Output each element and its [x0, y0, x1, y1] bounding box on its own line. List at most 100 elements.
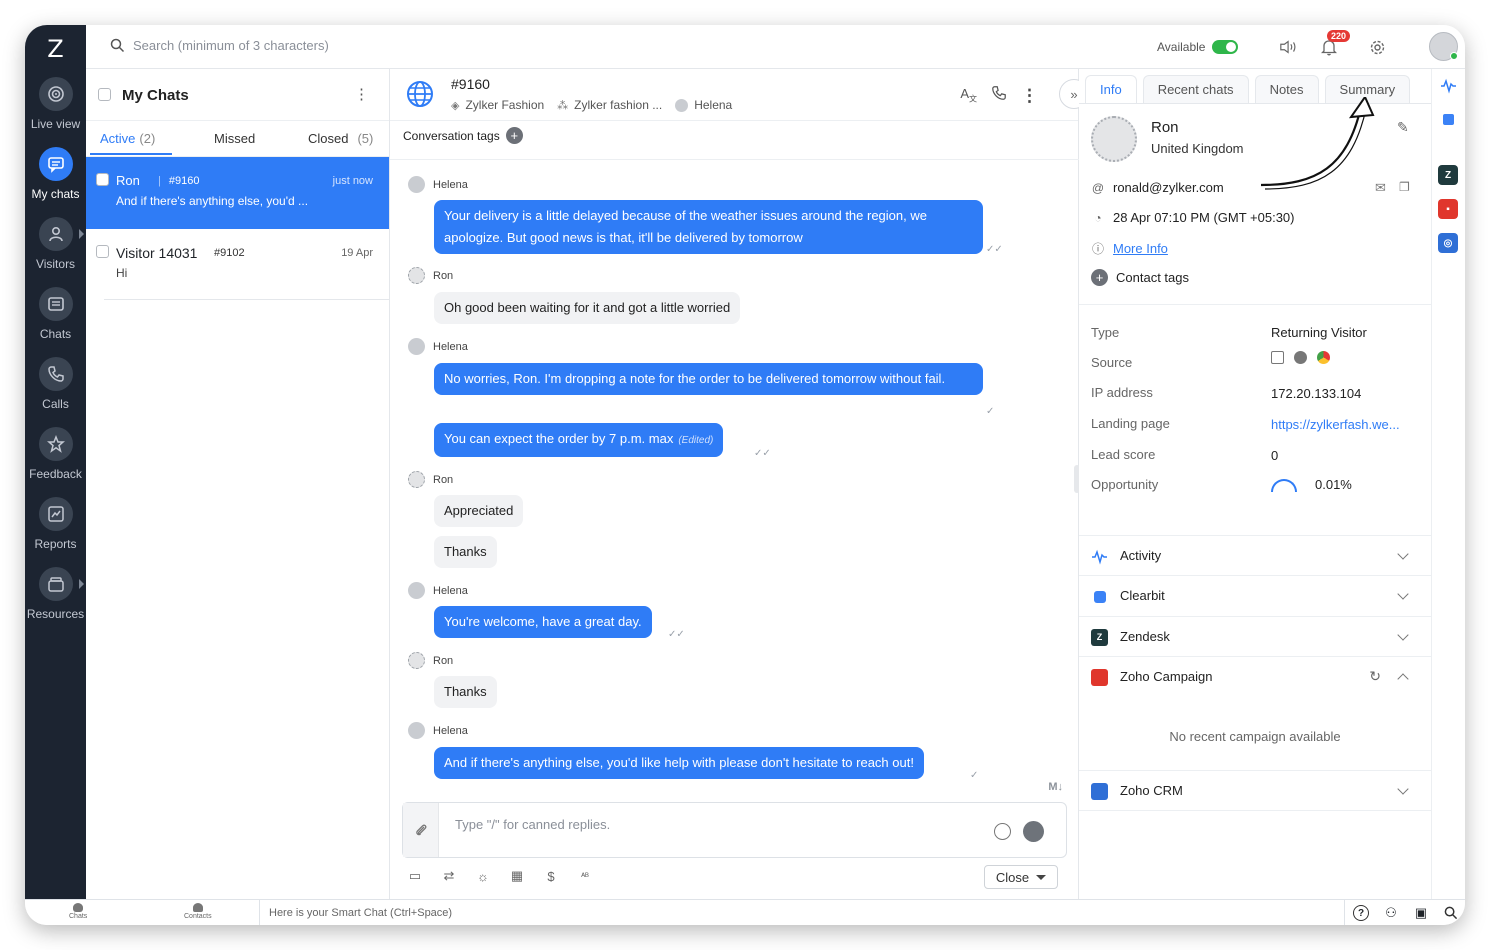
apple-icon [1294, 351, 1307, 364]
edit-icon[interactable]: ✎ [1397, 119, 1409, 136]
expand-caret-icon[interactable] [78, 579, 84, 589]
microphone-icon[interactable] [1023, 821, 1044, 842]
lightbulb-icon[interactable]: ☼ [474, 867, 492, 885]
dollar-icon[interactable]: $ [542, 867, 560, 885]
availability-switch[interactable] [1212, 40, 1239, 54]
message-sender: Ron [408, 652, 453, 669]
rail-item-feedback[interactable]: Feedback [25, 427, 86, 481]
select-all-checkbox[interactable] [98, 88, 111, 101]
search-icon[interactable] [1443, 905, 1459, 921]
clock-icon: ◔ [1094, 210, 1102, 225]
brand: ◈ Zylker Fashion [451, 98, 545, 112]
bottom-chats-button[interactable]: Chats [69, 903, 87, 920]
contact-avatar [1091, 116, 1137, 162]
zoho-campaign-icon[interactable]: ▪ [1438, 199, 1458, 219]
detail-key: Type [1091, 325, 1120, 340]
close-chat-button[interactable]: Close [984, 865, 1058, 889]
chat-checkbox[interactable] [96, 245, 109, 258]
global-search-input[interactable]: Search (minimum of 3 characters) [110, 38, 329, 53]
users-icon[interactable]: ⚇ [1383, 905, 1399, 921]
landing-page-link[interactable]: https://zylkerfash.we... [1271, 417, 1400, 432]
message-bubble: Your delivery is a little delayed becaus… [434, 200, 983, 254]
refresh-icon[interactable]: ↻ [1369, 668, 1381, 685]
section-clearbit[interactable]: Clearbit [1079, 575, 1431, 615]
rail-label: Resources [26, 607, 85, 621]
bottom-contacts-button[interactable]: Contacts [184, 903, 212, 920]
copy-icon[interactable]: ❐ [1399, 180, 1410, 194]
rail-item-live-view[interactable]: Live view [25, 77, 86, 131]
chevron-down-icon [1397, 588, 1409, 600]
help-icon[interactable]: ? [1353, 905, 1369, 921]
markdown-icon[interactable]: M↓ [1048, 781, 1063, 793]
chat-checkbox[interactable] [96, 173, 109, 186]
activity-icon[interactable] [1438, 75, 1458, 95]
section-zoho-campaign[interactable]: Zoho Campaign ↻ [1079, 656, 1431, 696]
translate-icon[interactable]: A文 [960, 86, 977, 105]
search-placeholder: Search (minimum of 3 characters) [133, 38, 329, 53]
bell-icon[interactable]: 220 [1319, 30, 1351, 57]
chevron-up-icon[interactable] [1397, 673, 1409, 685]
conversation-meta: ◈ Zylker Fashion ⁂ Zylker fashion ... Hele… [451, 98, 732, 112]
tab-recent-chats[interactable]: Recent chats [1142, 75, 1249, 103]
clearbit-icon[interactable] [1438, 109, 1458, 129]
contact-time-row: ◔ 28 Apr 07:10 PM (GMT +05:30) [1091, 210, 1294, 225]
rail-label: Reports [34, 537, 77, 551]
more-info-link[interactable]: More Info [1113, 241, 1168, 256]
add-contact-tag-icon[interactable]: + [1091, 269, 1108, 286]
zoho-crm-icon[interactable]: ◎ [1438, 233, 1458, 253]
message-sender: Helena [408, 582, 468, 599]
more-options-icon[interactable]: ⋮ [354, 85, 369, 103]
expand-caret-icon[interactable] [78, 229, 84, 239]
rail-item-reports[interactable]: Reports [25, 497, 86, 551]
agent-avatar [408, 176, 425, 193]
chat-list-item[interactable]: Ron | #9160 just now And if there's anyth… [86, 157, 389, 229]
chat-list-panel: My Chats ⋮ Active (2) Missed Closed (5) Ro… [86, 69, 390, 899]
emoji-icon[interactable] [994, 823, 1011, 840]
tab-info[interactable]: Info [1085, 75, 1137, 103]
section-activity[interactable]: Activity [1079, 535, 1431, 575]
agent-avatar [408, 582, 425, 599]
chat-visitor-name: Visitor 14031 [116, 245, 198, 261]
visitor-info-panel: Info Recent chats Notes Summary Ron Unit… [1079, 69, 1431, 899]
section-zoho-crm[interactable]: Zoho CRM [1079, 770, 1431, 810]
availability-toggle[interactable]: Available [1157, 40, 1239, 54]
rail-item-visitors[interactable]: Visitors [25, 217, 86, 271]
chevron-down-icon [1397, 629, 1409, 641]
speaker-icon[interactable] [1279, 37, 1299, 57]
conversation-tools: A文 ⋮ [960, 85, 1038, 106]
phone-call-icon[interactable] [991, 85, 1007, 106]
detail-key: Landing page [1091, 416, 1170, 431]
tab-closed[interactable]: Closed (5) [308, 131, 373, 146]
message-bubble: Thanks [434, 676, 497, 708]
attachment-icon[interactable] [403, 803, 439, 857]
user-avatar[interactable] [1429, 32, 1458, 61]
rail-item-calls[interactable]: Calls [25, 357, 86, 411]
spellcheck-icon[interactable]: ᴬᴮ [576, 867, 594, 885]
transfer-icon[interactable]: ⇄ [440, 867, 458, 885]
no-campaign-message: No recent campaign available [1169, 729, 1341, 744]
agent-avatar [408, 338, 425, 355]
zoho-logo[interactable]: Z [25, 35, 86, 63]
bottom-bar: Chats Contacts Here is your Smart Chat (… [25, 899, 1465, 925]
tab-missed[interactable]: Missed [214, 131, 255, 146]
calendar-icon[interactable]: ▦ [508, 867, 526, 885]
chats-icon [38, 287, 73, 321]
inbox-icon[interactable]: ▣ [1413, 905, 1429, 921]
chat-list-item[interactable]: Visitor 14031 #9102 19 Apr Hi [86, 229, 389, 301]
kebab-menu-icon[interactable]: ⋮ [1021, 86, 1038, 106]
rail-item-my-chats[interactable]: My chats [25, 147, 86, 201]
smart-chat-input[interactable]: Here is your Smart Chat (Ctrl+Space) [259, 900, 1345, 925]
canned-response-icon[interactable]: ▭ [406, 867, 424, 885]
message-bubble: No worries, Ron. I'm dropping a note for… [434, 363, 983, 395]
contact-tags-row[interactable]: + Contact tags [1091, 269, 1189, 286]
search-icon [110, 38, 125, 53]
section-zendesk[interactable]: Z Zendesk [1079, 616, 1431, 656]
gear-icon[interactable] [1367, 37, 1387, 57]
rail-item-resources[interactable]: Resources [25, 567, 86, 621]
zendesk-icon[interactable]: Z [1438, 165, 1458, 185]
contact-tags-label: Contact tags [1116, 270, 1189, 285]
rail-item-chats[interactable]: Chats [25, 287, 86, 341]
add-tag-icon[interactable]: + [505, 127, 523, 144]
tab-active[interactable]: Active (2) [100, 131, 155, 146]
message-composer[interactable]: Type "/" for canned replies. [402, 802, 1067, 858]
